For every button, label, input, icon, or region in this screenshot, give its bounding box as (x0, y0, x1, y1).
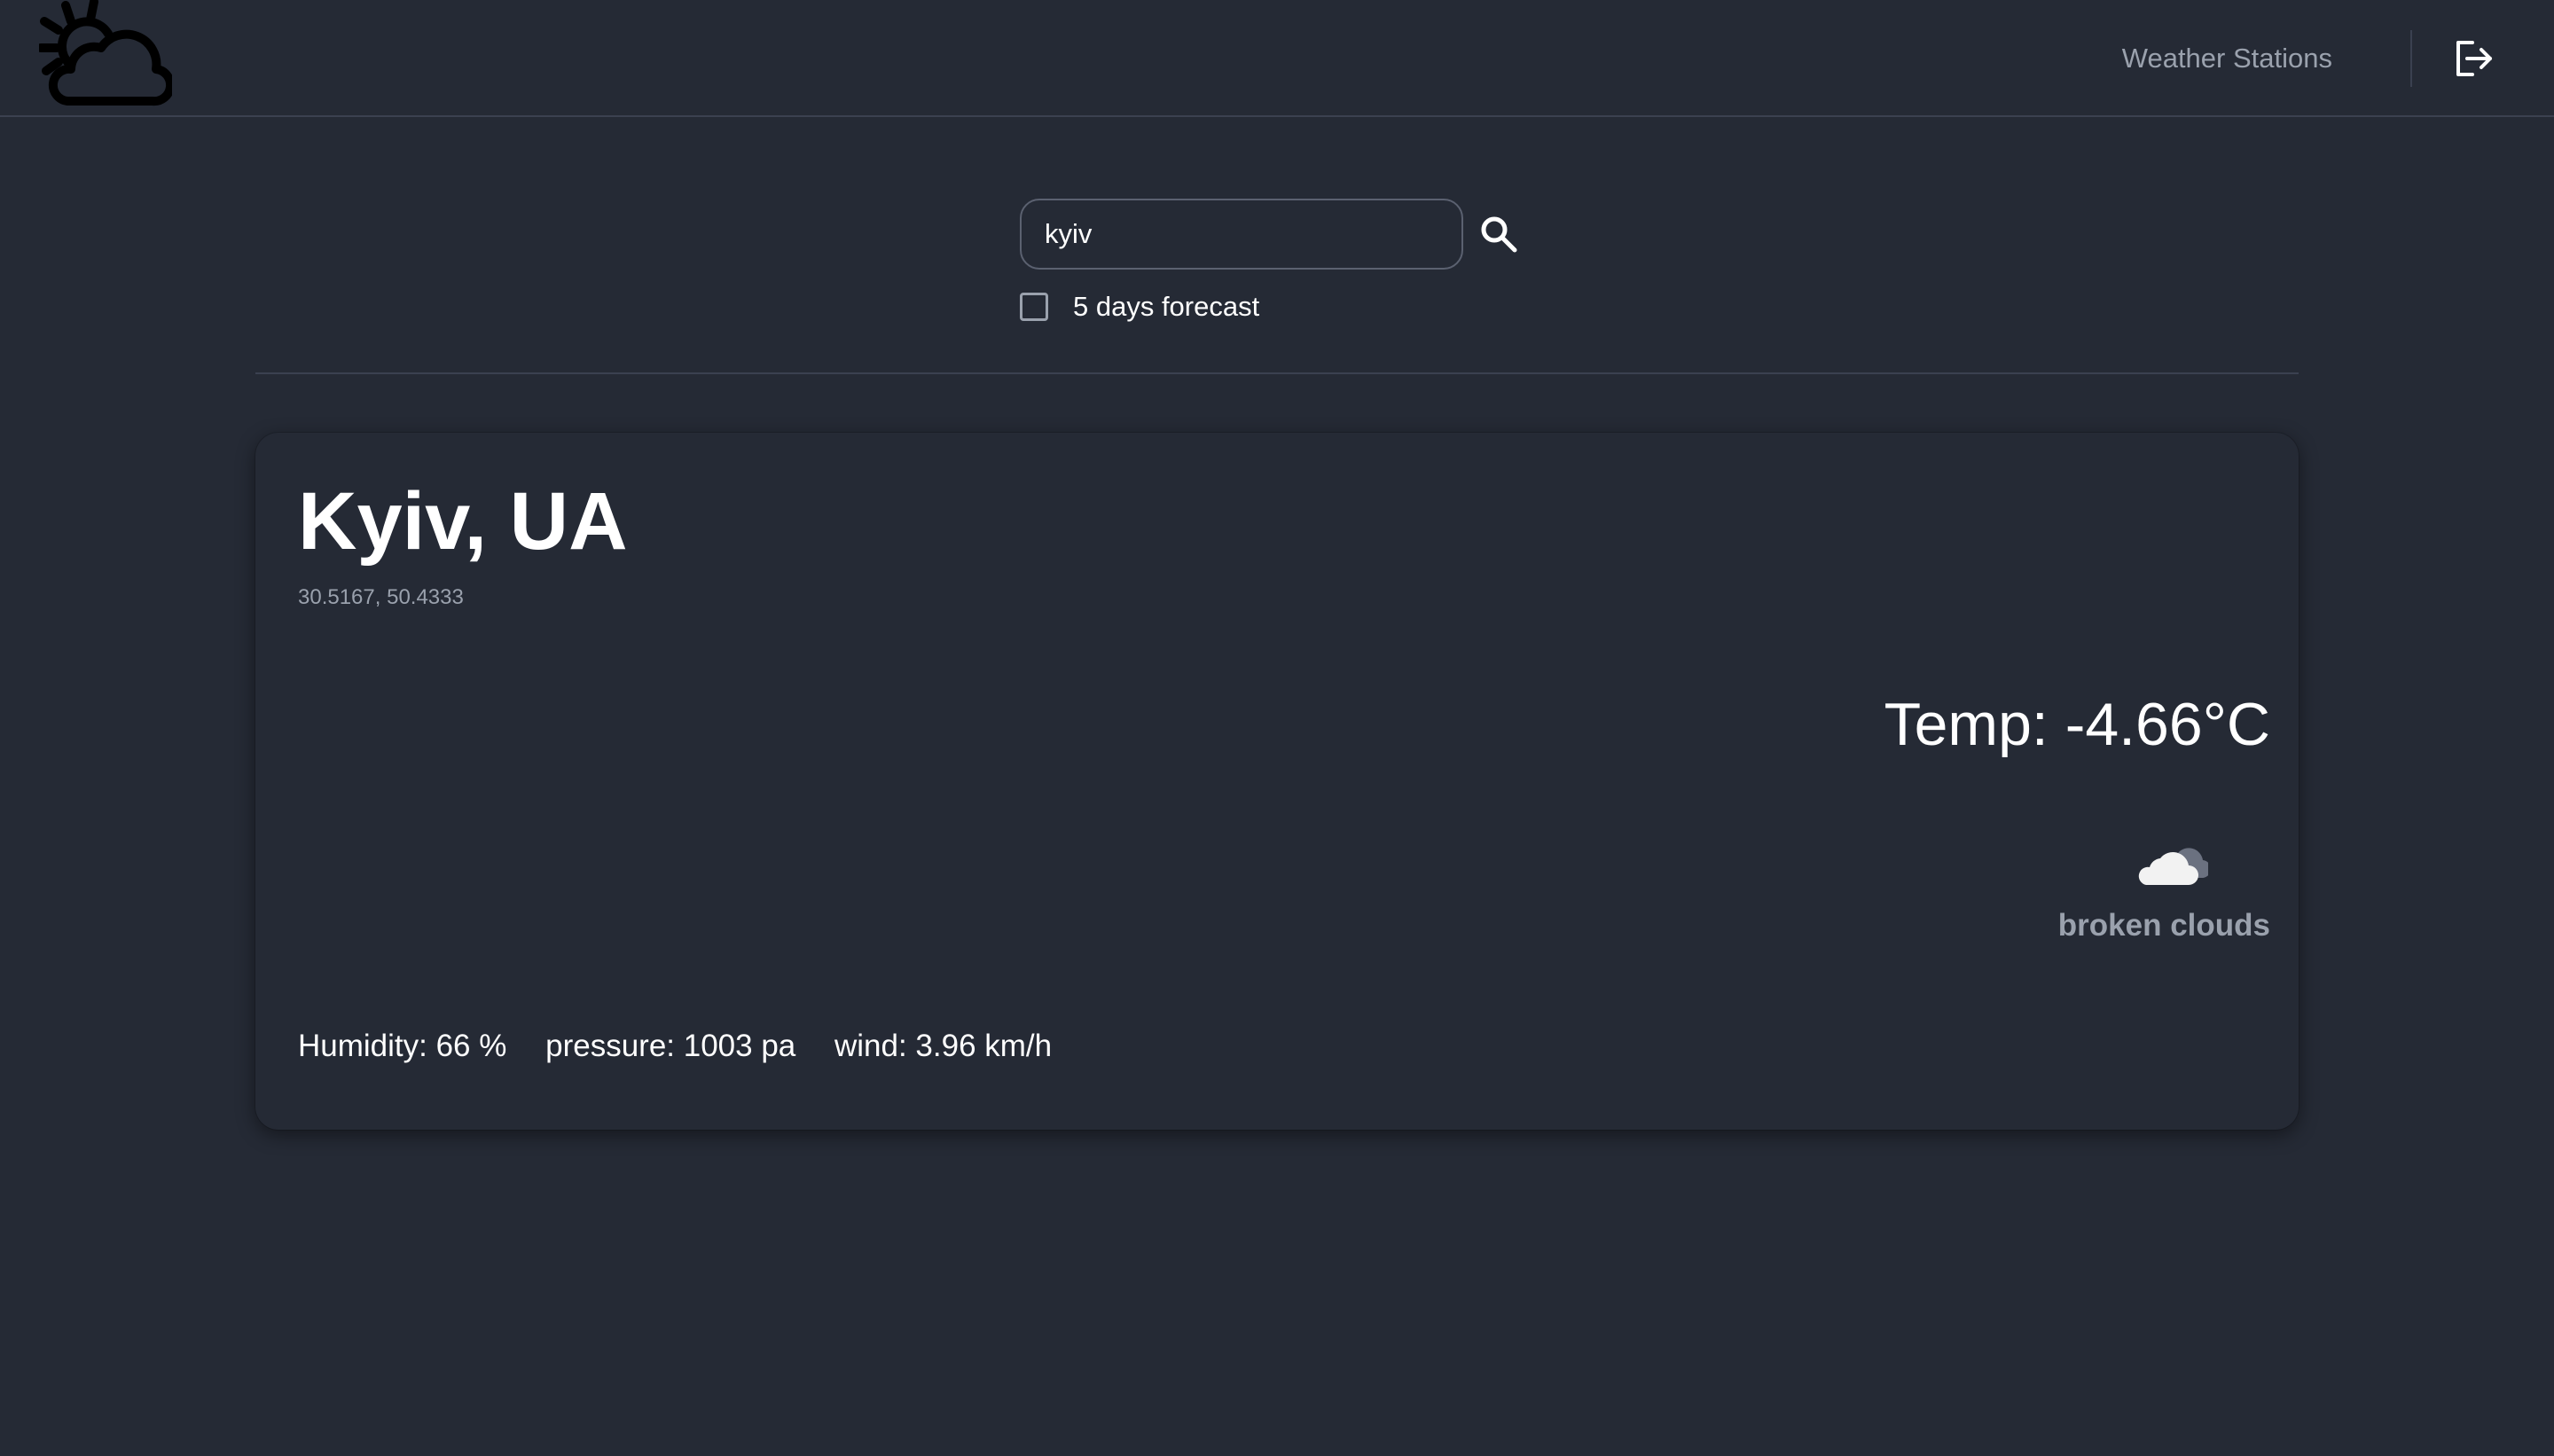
city-title: Kyiv, UA (298, 476, 628, 567)
temperature-value: -4.66°C (2064, 691, 2270, 758)
weather-card: Kyiv, UA 30.5167, 50.4333 Temp: -4.66°C … (255, 433, 2299, 1130)
temperature: Temp: -4.66°C (1884, 690, 2270, 759)
pressure-value: pressure: 1003 pa (545, 1029, 796, 1063)
wind-value: wind: 3.96 km/h (834, 1029, 1053, 1063)
section-divider (255, 372, 2299, 374)
search-icon[interactable] (1477, 213, 1520, 255)
humidity-value: Humidity: 66 % (298, 1029, 507, 1063)
logout-icon[interactable] (2453, 39, 2495, 78)
nav-divider (2410, 30, 2412, 87)
city-search-input[interactable] (1020, 199, 1463, 270)
forecast-option: 5 days forecast (1020, 289, 1259, 325)
broken-clouds-icon (2138, 848, 2208, 885)
temperature-label: Temp: (1884, 691, 2049, 758)
top-navbar: Weather Stations (0, 0, 2554, 117)
weather-stats: Humidity: 66 % pressure: 1003 pa wind: 3… (298, 1029, 1082, 1064)
weather-stations-link[interactable]: Weather Stations (2122, 39, 2332, 78)
coordinates: 30.5167, 50.4333 (298, 585, 464, 609)
five-day-forecast-checkbox[interactable] (1020, 293, 1048, 321)
weather-description: broken clouds (2057, 908, 2270, 943)
sun-behind-cloud-icon[interactable] (39, 0, 172, 110)
forecast-checkbox-label[interactable]: 5 days forecast (1073, 291, 1259, 323)
